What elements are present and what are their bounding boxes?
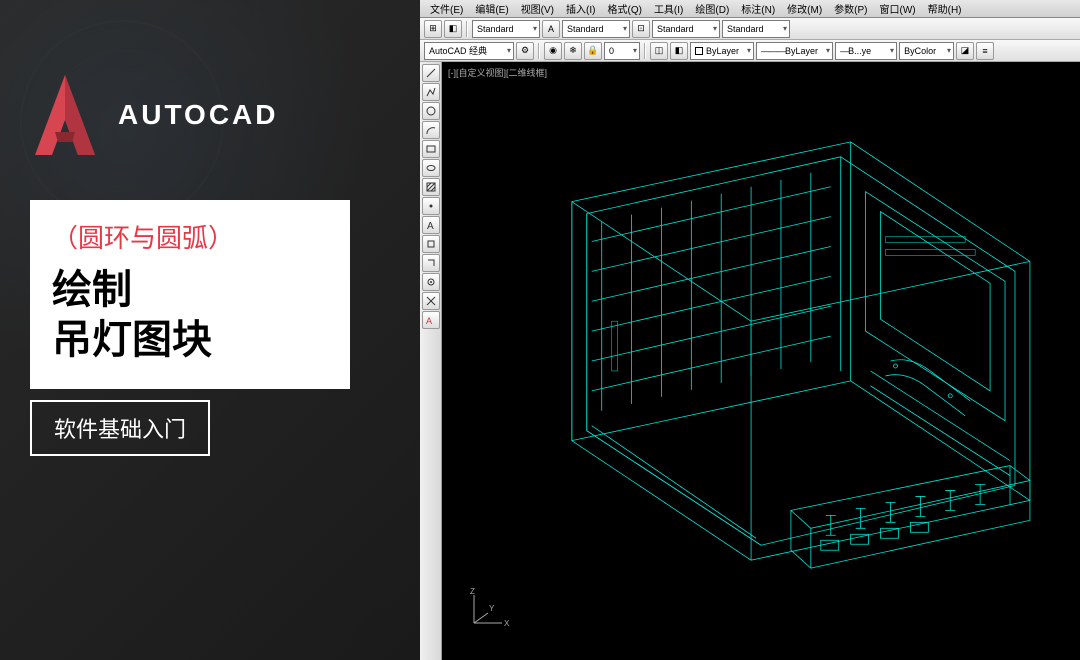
viewport-label[interactable]: [-][自定义视图][二维线框] <box>448 66 547 79</box>
workspace-dropdown[interactable]: AutoCAD 经典 <box>424 42 514 60</box>
separator <box>538 43 540 59</box>
menu-help[interactable]: 帮助(H) <box>922 1 968 16</box>
separator <box>466 21 468 37</box>
menu-format[interactable]: 格式(Q) <box>601 1 647 16</box>
autocad-window: 文件(E) 编辑(E) 视图(V) 插入(I) 格式(Q) 工具(I) 绘图(D… <box>420 0 1080 660</box>
tag-text: 软件基础入门 <box>54 412 186 444</box>
autocad-logo-icon <box>30 70 100 160</box>
line-tool-icon[interactable] <box>422 64 440 82</box>
svg-text:X: X <box>504 619 510 628</box>
draw-toolbar: A A <box>420 62 442 660</box>
promo-panel: AUTOCAD （圆环与圆弧） 绘制 吊灯图块 软件基础入门 <box>0 0 420 660</box>
layer-icon[interactable]: ❄ <box>564 42 582 60</box>
workspace-settings-icon[interactable]: ⚙ <box>516 42 534 60</box>
tool-icon[interactable]: ◫ <box>650 42 668 60</box>
rectangle-tool-icon[interactable] <box>422 140 440 158</box>
menu-file[interactable]: 文件(E) <box>424 1 469 16</box>
menu-window[interactable]: 窗口(W) <box>874 1 922 16</box>
tool-icon[interactable] <box>422 235 440 253</box>
model-viewport[interactable]: [-][自定义视图][二维线框] <box>442 62 1080 660</box>
tag-badge: 软件基础入门 <box>30 400 210 456</box>
tool-icon[interactable] <box>422 254 440 272</box>
arc-tool-icon[interactable] <box>422 121 440 139</box>
tool-icon[interactable]: ⊡ <box>632 20 650 38</box>
tool-icon[interactable]: ◧ <box>670 42 688 60</box>
color-dropdown[interactable]: ByLayer <box>690 42 754 60</box>
tool-icon[interactable]: ◪ <box>956 42 974 60</box>
brand-name: AUTOCAD <box>118 99 278 131</box>
ucs-icon[interactable]: X Y Z <box>462 585 512 640</box>
menu-edit[interactable]: 编辑(E) <box>469 1 514 16</box>
layer-icon[interactable]: 🔒 <box>584 42 602 60</box>
toolbar-styles: ⊞ ◧ Standard A Standard ⊡ Standard Stand… <box>420 18 1080 40</box>
tool-icon[interactable]: A <box>542 20 560 38</box>
tool-icon[interactable] <box>422 273 440 291</box>
text-tool-icon[interactable]: A <box>422 216 440 234</box>
menu-bar: 文件(E) 编辑(E) 视图(V) 插入(I) 格式(Q) 工具(I) 绘图(D… <box>420 0 1080 18</box>
dimstyle-dropdown[interactable]: Standard <box>562 20 630 38</box>
plotstyle-dropdown[interactable]: ByColor <box>899 42 954 60</box>
menu-insert[interactable]: 插入(I) <box>560 1 601 16</box>
layer-icon[interactable]: ◉ <box>544 42 562 60</box>
textstyle-dropdown[interactable]: Standard <box>472 20 540 38</box>
svg-text:A: A <box>426 316 432 326</box>
autocad-logo-block: AUTOCAD <box>30 70 278 160</box>
separator <box>644 43 646 59</box>
title-line2: 吊灯图块 <box>52 315 328 365</box>
menu-tools[interactable]: 工具(I) <box>648 1 689 16</box>
polyline-tool-icon[interactable] <box>422 83 440 101</box>
svg-text:Z: Z <box>470 587 475 596</box>
tool-icon[interactable]: ≡ <box>976 42 994 60</box>
toolbar-properties: AutoCAD 经典 ⚙ ◉ ❄ 🔒 0 ◫ ◧ ByLayer ——— ByL… <box>420 40 1080 62</box>
mlstyle-dropdown[interactable]: Standard <box>722 20 790 38</box>
menu-view[interactable]: 视图(V) <box>515 1 560 16</box>
subtitle-text: （圆环与圆弧） <box>52 218 328 255</box>
menu-draw[interactable]: 绘图(D) <box>689 1 735 16</box>
cad-body: A A [-][自定义视图][二维线框] <box>420 62 1080 660</box>
svg-text:Y: Y <box>489 604 495 613</box>
ellipse-tool-icon[interactable] <box>422 159 440 177</box>
layer-dropdown[interactable]: 0 <box>604 42 640 60</box>
circle-tool-icon[interactable] <box>422 102 440 120</box>
svg-text:A: A <box>427 221 434 231</box>
menu-modify[interactable]: 修改(M) <box>781 1 828 16</box>
title-card: （圆环与圆弧） 绘制 吊灯图块 <box>30 200 350 389</box>
lineweight-dropdown[interactable]: — B...ye <box>835 42 897 60</box>
tool-icon[interactable] <box>422 292 440 310</box>
menu-parametric[interactable]: 参数(P) <box>828 1 873 16</box>
linetype-dropdown[interactable]: ——— ByLayer <box>756 42 833 60</box>
point-tool-icon[interactable] <box>422 197 440 215</box>
menu-dimension[interactable]: 标注(N) <box>735 1 781 16</box>
axis-tool-icon[interactable]: A <box>422 311 440 329</box>
hatch-tool-icon[interactable] <box>422 178 440 196</box>
title-line1: 绘制 <box>52 265 328 315</box>
tablestyle-dropdown[interactable]: Standard <box>652 20 720 38</box>
tool-icon[interactable]: ⊞ <box>424 20 442 38</box>
wireframe-drawing <box>482 122 1060 600</box>
tool-icon[interactable]: ◧ <box>444 20 462 38</box>
